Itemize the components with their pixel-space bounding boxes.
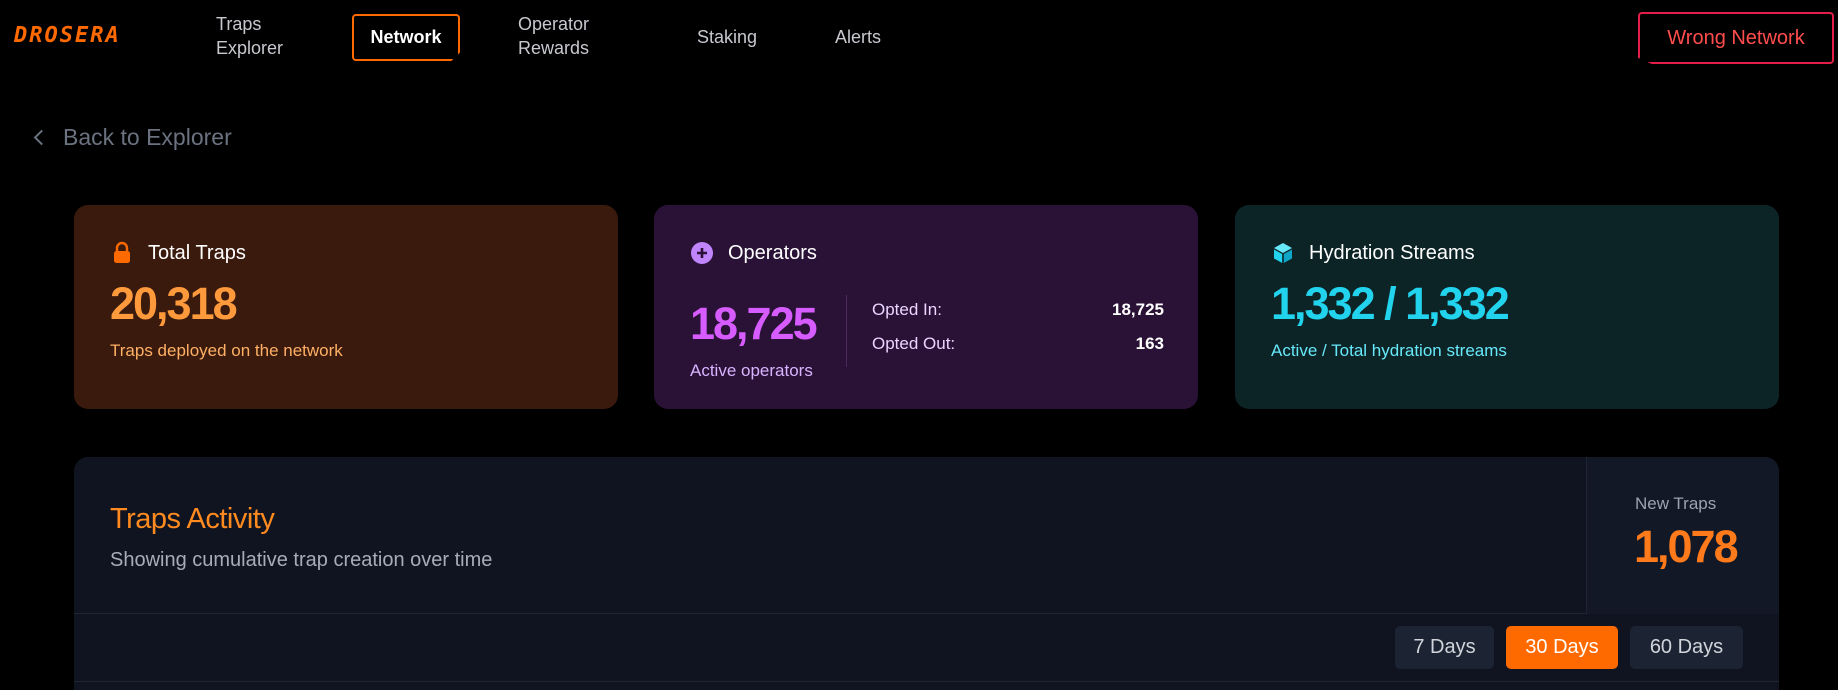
lock-icon	[110, 241, 134, 265]
traps-activity-panel: Traps Activity Showing cumulative trap c…	[74, 457, 1779, 690]
nav-staking[interactable]: Staking	[697, 25, 757, 49]
nav-network[interactable]: Network	[352, 14, 460, 61]
logo-text: DROSERA	[14, 22, 121, 48]
drosera-logo[interactable]: DROSERA	[14, 22, 121, 48]
operators-title: Operators	[728, 241, 817, 264]
activity-description: Showing cumulative trap creation over ti…	[110, 549, 493, 571]
chevron-left-icon	[33, 129, 50, 146]
back-link-label: Back to Explorer	[63, 124, 232, 150]
wrong-network-button[interactable]: Wrong Network	[1638, 12, 1834, 64]
back-to-explorer-link[interactable]: Back to Explorer	[32, 124, 232, 151]
opted-out-row: Opted Out: 163	[872, 334, 1164, 354]
total-traps-header: Total Traps	[110, 241, 582, 265]
hydration-header: Hydration Streams	[1271, 241, 1743, 265]
range-7-days-button[interactable]: 7 Days	[1395, 626, 1494, 669]
total-traps-card: Total Traps 20,318 Traps deployed on the…	[74, 205, 618, 409]
new-traps-label: New Traps	[1635, 494, 1717, 513]
nav-operator-rewards[interactable]: Operator Rewards	[518, 12, 589, 60]
hydration-streams-card: Hydration Streams 1,332 / 1,332 Active /…	[1235, 205, 1779, 409]
operators-main: 18,725 Active operators	[690, 285, 818, 381]
new-traps-stat: New Traps 1,078	[1586, 457, 1779, 614]
opted-out-value: 163	[1135, 334, 1164, 353]
range-30-days-button[interactable]: 30 Days	[1506, 626, 1618, 669]
activity-header: Traps Activity Showing cumulative trap c…	[74, 457, 1779, 614]
hydration-subtitle: Active / Total hydration streams	[1271, 341, 1507, 360]
opted-out-label: Opted Out:	[872, 334, 956, 353]
total-traps-title: Total Traps	[148, 241, 246, 264]
cube-icon	[1271, 241, 1295, 265]
nav-traps-explorer[interactable]: Traps Explorer	[216, 12, 283, 60]
operators-card: Operators 18,725 Active operators Opted …	[654, 205, 1198, 409]
operators-breakdown: Opted In: 18,725 Opted Out: 163	[872, 300, 1164, 368]
range-60-days-button[interactable]: 60 Days	[1630, 626, 1743, 669]
plus-circle-icon	[690, 241, 714, 265]
nav-alerts[interactable]: Alerts	[835, 25, 881, 49]
operators-subtitle: Active operators	[690, 361, 813, 380]
opted-in-value: 18,725	[1112, 300, 1164, 319]
activity-title: Traps Activity	[110, 503, 275, 535]
operators-header: Operators	[690, 241, 1162, 265]
hydration-value: 1,332 / 1,332	[1271, 278, 1510, 329]
hydration-title: Hydration Streams	[1309, 241, 1475, 264]
new-traps-value: 1,078	[1634, 521, 1739, 572]
opted-in-label: Opted In:	[872, 300, 942, 319]
opted-in-row: Opted In: 18,725	[872, 300, 1164, 320]
total-traps-subtitle: Traps deployed on the network	[110, 341, 343, 360]
app-root: DROSERA Traps Explorer Network Operator …	[0, 0, 1838, 690]
total-traps-value: 20,318	[110, 278, 238, 329]
operators-value: 18,725	[690, 298, 818, 349]
operators-divider	[846, 295, 847, 367]
